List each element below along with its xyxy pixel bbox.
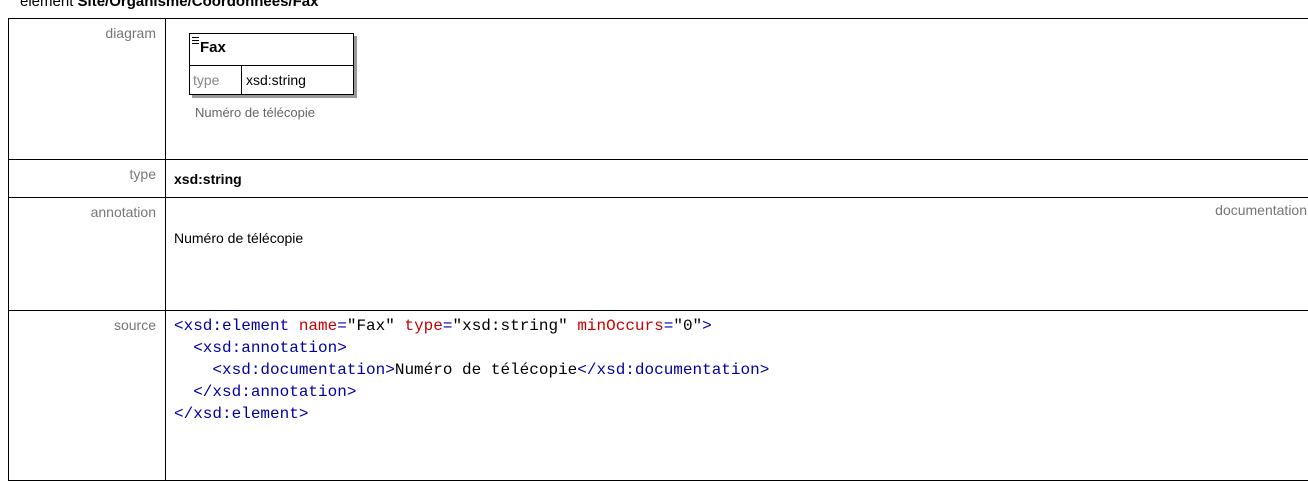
element-path: Site/Organisme/Coordonnees/Fax bbox=[78, 0, 319, 10]
page-title: element Site/Organisme/Coordonnees/Fax bbox=[20, 0, 318, 11]
source-code: <xsd:element name="Fax" type="xsd:string… bbox=[174, 311, 1308, 425]
type-row: type xsd:string bbox=[9, 160, 1308, 198]
annotation-text: Numéro de télécopie bbox=[174, 230, 303, 246]
page-title-prefix: element bbox=[20, 0, 78, 10]
source-label: source bbox=[9, 311, 166, 481]
diagram-element-name: Fax bbox=[200, 39, 226, 56]
documentation-tag: documentation bbox=[1215, 202, 1307, 218]
diagram-cell: Fax type xsd:string Numéro de télécopie bbox=[166, 19, 1308, 160]
diagram-type-key: type bbox=[190, 66, 242, 94]
annotation-row: annotation documentation Numéro de téléc… bbox=[9, 198, 1308, 311]
type-label: type bbox=[9, 160, 166, 198]
annotation-label: annotation bbox=[9, 198, 166, 311]
type-value: xsd:string bbox=[174, 160, 1308, 187]
source-row: source <xsd:element name="Fax" type="xsd… bbox=[9, 311, 1308, 481]
element-diagram-box[interactable]: Fax type xsd:string bbox=[189, 33, 354, 95]
element-properties-table: diagram Fax type xsd:string Numéro de té… bbox=[8, 18, 1308, 481]
diagram-row: diagram Fax type xsd:string Numéro de té… bbox=[9, 19, 1308, 160]
element-lines-icon bbox=[192, 37, 199, 44]
diagram-type-value: xsd:string bbox=[242, 66, 306, 94]
diagram-label: diagram bbox=[9, 19, 166, 160]
diagram-caption: Numéro de télécopie bbox=[195, 105, 315, 120]
